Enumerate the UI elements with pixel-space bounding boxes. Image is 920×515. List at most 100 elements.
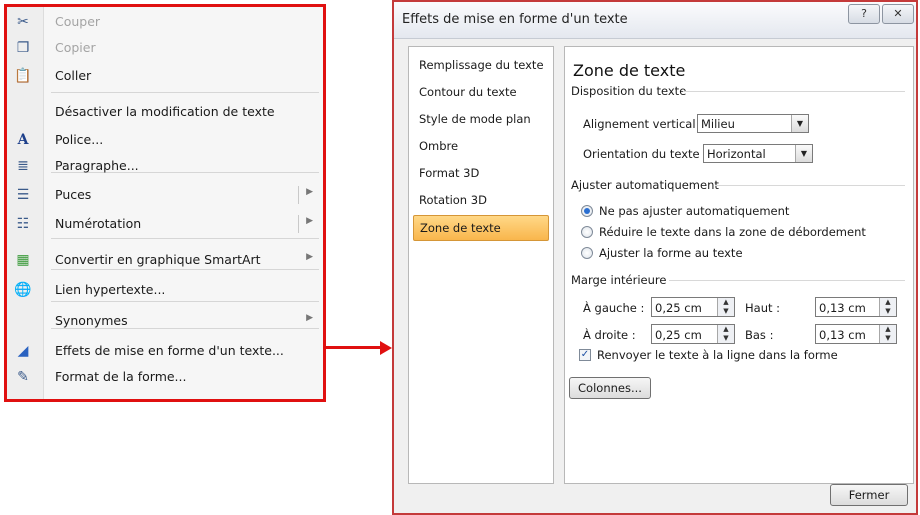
menu-item-label: Format de la forme... [55, 369, 187, 384]
paste-icon: 📋 [14, 68, 32, 84]
close-icon[interactable]: ✕ [882, 4, 914, 24]
wrap-text-checkbox[interactable]: ✓ [579, 349, 591, 361]
menu-item[interactable]: Synonymes ▶ [7, 308, 323, 334]
panel-heading: Zone de texte [573, 61, 686, 80]
menu-item-label: Coller [55, 68, 92, 83]
nav-item-label: Remplissage du texte [419, 58, 544, 72]
submenu-arrow-icon: ▶ [306, 216, 313, 226]
text-effects-icon: ◢ [17, 343, 29, 359]
layout-section-title: Disposition du texte [571, 84, 687, 98]
nav-item-label: Ombre [419, 139, 459, 153]
bottom-margin-label: Bas : [745, 328, 774, 342]
menu-split-divider [298, 186, 299, 204]
callout-arrow-head [380, 341, 392, 355]
bottom-margin-spinner[interactable]: 0,13 cm ▲ ▼ [815, 324, 897, 344]
nav-item[interactable]: Ombre [413, 134, 547, 158]
menu-item-label: Synonymes [55, 313, 128, 328]
wrap-text-label: Renvoyer le texte à la ligne dans la for… [597, 348, 838, 362]
margin-section-title: Marge intérieure [571, 273, 667, 287]
menu-item[interactable]: 📋 Coller [7, 63, 323, 89]
copy-icon: ❐ [16, 40, 30, 56]
menu-item[interactable]: A Police... [7, 127, 323, 153]
orientation-select[interactable]: Horizontal ▼ [703, 144, 813, 163]
nav-item-label: Rotation 3D [419, 193, 487, 207]
menu-separator [51, 238, 319, 239]
menu-item[interactable]: ✂ Couper [7, 9, 323, 35]
menu-item-label: Copier [55, 40, 96, 55]
menu-item-label: Désactiver la modification de texte [55, 104, 275, 119]
menu-item[interactable]: ✎ Format de la forme... [7, 364, 323, 390]
autofit-radio[interactable] [581, 226, 593, 238]
nav-item[interactable]: Contour du texte [413, 80, 547, 104]
left-margin-value: 0,25 cm [655, 301, 702, 315]
top-margin-spinner[interactable]: 0,13 cm ▲ ▼ [815, 297, 897, 317]
close-button[interactable]: Fermer [830, 484, 908, 506]
context-menu: ✂ Couper ❐ Copier 📋 Coller Désactiver la modif… [4, 4, 326, 402]
chevron-down-icon[interactable]: ▼ [791, 115, 808, 132]
nav-item[interactable]: Rotation 3D [413, 188, 547, 212]
bottom-margin-value: 0,13 cm [819, 328, 866, 342]
chevron-down-icon[interactable]: ▼ [795, 145, 812, 162]
menu-item[interactable]: ☰ Puces ▶ [7, 182, 323, 208]
top-margin-label: Haut : [745, 301, 781, 315]
menu-item-label: Couper [55, 14, 101, 29]
layout-section-line [683, 91, 905, 92]
bullets-icon: ☰ [16, 187, 30, 203]
menu-item[interactable]: ▦ Convertir en graphique SmartArt ▶ [7, 247, 323, 273]
submenu-arrow-icon: ▶ [306, 252, 313, 262]
nav-item[interactable]: Zone de texte [413, 215, 549, 241]
orientation-value: Horizontal [707, 147, 766, 161]
autofit-option-label: Ajuster la forme au texte [599, 246, 743, 260]
hyperlink-icon: 🌐 [14, 282, 32, 298]
numbering-icon: ☷ [16, 216, 30, 232]
menu-item-label: Paragraphe... [55, 158, 139, 173]
autofit-section-title: Ajuster automatiquement [571, 178, 719, 192]
shape-format-icon: ✎ [17, 369, 29, 385]
autofit-option-label: Réduire le texte dans la zone de déborde… [599, 225, 866, 239]
help-icon[interactable]: ? [848, 4, 880, 24]
spinner-buttons[interactable]: ▲ ▼ [717, 298, 734, 316]
columns-button[interactable]: Colonnes... [569, 377, 651, 399]
category-list: Remplissage du texte Contour du texte Styl… [408, 46, 554, 484]
nav-item-label: Format 3D [419, 166, 480, 180]
menu-item[interactable]: ☷ Numérotation ▶ [7, 211, 323, 237]
vertical-alignment-value: Milieu [701, 117, 735, 131]
margin-section-line [669, 280, 905, 281]
vertical-alignment-select[interactable]: Milieu ▼ [697, 114, 809, 133]
menu-item-label: Convertir en graphique SmartArt [55, 252, 261, 267]
autofit-radio[interactable] [581, 247, 593, 259]
nav-item-label: Style de mode plan [419, 112, 531, 126]
left-margin-spinner[interactable]: 0,25 cm ▲ ▼ [651, 297, 735, 317]
paragraph-icon: ≣ [17, 158, 29, 174]
menu-item[interactable]: ≣ Paragraphe... [7, 153, 323, 179]
right-margin-spinner[interactable]: 0,25 cm ▲ ▼ [651, 324, 735, 344]
nav-item-label: Zone de texte [420, 221, 501, 235]
nav-item[interactable]: Style de mode plan [413, 107, 547, 131]
dialog-titlebar: Effets de mise en forme d'un texte ? ✕ [394, 2, 916, 39]
dialog-title: Effets de mise en forme d'un texte [402, 12, 628, 27]
menu-item[interactable]: ❐ Copier [7, 35, 323, 61]
menu-item[interactable]: 🌐 Lien hypertexte... [7, 277, 323, 303]
nav-item-label: Contour du texte [419, 85, 517, 99]
right-margin-label: À droite : [583, 328, 636, 342]
spinner-buttons[interactable]: ▲ ▼ [879, 325, 896, 343]
nav-item[interactable]: Remplissage du texte [413, 53, 547, 77]
menu-item[interactable]: ◢ Effets de mise en forme d'un texte... [7, 338, 323, 364]
spinner-buttons[interactable]: ▲ ▼ [717, 325, 734, 343]
autofit-radio[interactable] [581, 205, 593, 217]
spinner-buttons[interactable]: ▲ ▼ [879, 298, 896, 316]
scissors-icon: ✂ [17, 14, 29, 30]
text-effects-dialog: Effets de mise en forme d'un texte ? ✕ R… [392, 0, 918, 515]
left-margin-label: À gauche : [583, 301, 645, 315]
settings-panel: Zone de texte Disposition du texte Align… [564, 46, 914, 484]
top-margin-value: 0,13 cm [819, 301, 866, 315]
autofit-section-line [715, 185, 905, 186]
menu-item[interactable]: Désactiver la modification de texte [7, 99, 323, 125]
submenu-arrow-icon: ▶ [306, 187, 313, 197]
menu-item-label: Puces [55, 187, 92, 202]
orientation-label: Orientation du texte : [583, 147, 708, 161]
smartart-icon: ▦ [16, 252, 30, 268]
nav-item[interactable]: Format 3D [413, 161, 547, 185]
menu-item-label: Lien hypertexte... [55, 282, 166, 297]
menu-item-label: Police... [55, 132, 104, 147]
